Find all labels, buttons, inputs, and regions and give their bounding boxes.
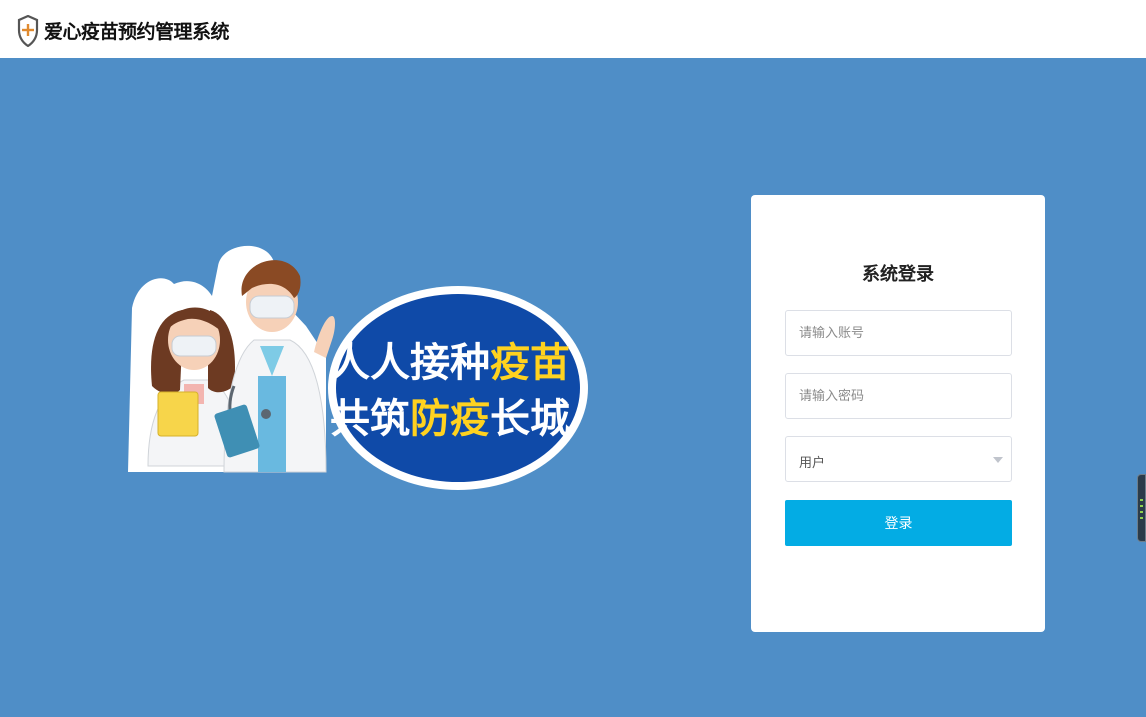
slogan-line-2: 共筑防疫长城 bbox=[330, 396, 570, 442]
role-select[interactable]: 用户 bbox=[785, 436, 1012, 482]
login-card: 系统登录 用户 登录 bbox=[751, 195, 1045, 632]
slogan-line2-white-a: 共筑 bbox=[330, 396, 410, 442]
top-header: 爱心疫苗预约管理系统 bbox=[0, 0, 1146, 58]
slogan-line1-yellow: 疫苗 bbox=[490, 340, 570, 386]
side-drawer-handle[interactable] bbox=[1137, 474, 1146, 542]
handle-grip-mark bbox=[1140, 517, 1143, 519]
chevron-down-icon[interactable] bbox=[993, 457, 1003, 463]
shield-cross-icon bbox=[17, 15, 39, 47]
role-selected-value: 用户 bbox=[799, 456, 826, 471]
slogan-line2-yellow: 防疫 bbox=[410, 396, 490, 442]
password-field[interactable] bbox=[785, 373, 1012, 419]
vaccination-banner-illustration: 人人接种疫苗 共筑防疫长城 bbox=[128, 245, 588, 490]
login-button[interactable]: 登录 bbox=[785, 500, 1012, 546]
account-input[interactable] bbox=[786, 311, 1011, 355]
account-field[interactable] bbox=[785, 310, 1012, 356]
handle-grip-mark bbox=[1140, 499, 1143, 501]
app-title: 爱心疫苗预约管理系统 bbox=[44, 21, 230, 43]
login-title: 系统登录 bbox=[862, 264, 934, 285]
slogan-line1-white: 人人接种 bbox=[330, 340, 490, 386]
slogan-line-1: 人人接种疫苗 bbox=[330, 340, 570, 386]
handle-grip-mark bbox=[1140, 505, 1143, 507]
password-input[interactable] bbox=[786, 374, 1011, 418]
slogan-line2-white-b: 长城 bbox=[490, 396, 570, 442]
handle-grip-mark bbox=[1140, 511, 1143, 513]
